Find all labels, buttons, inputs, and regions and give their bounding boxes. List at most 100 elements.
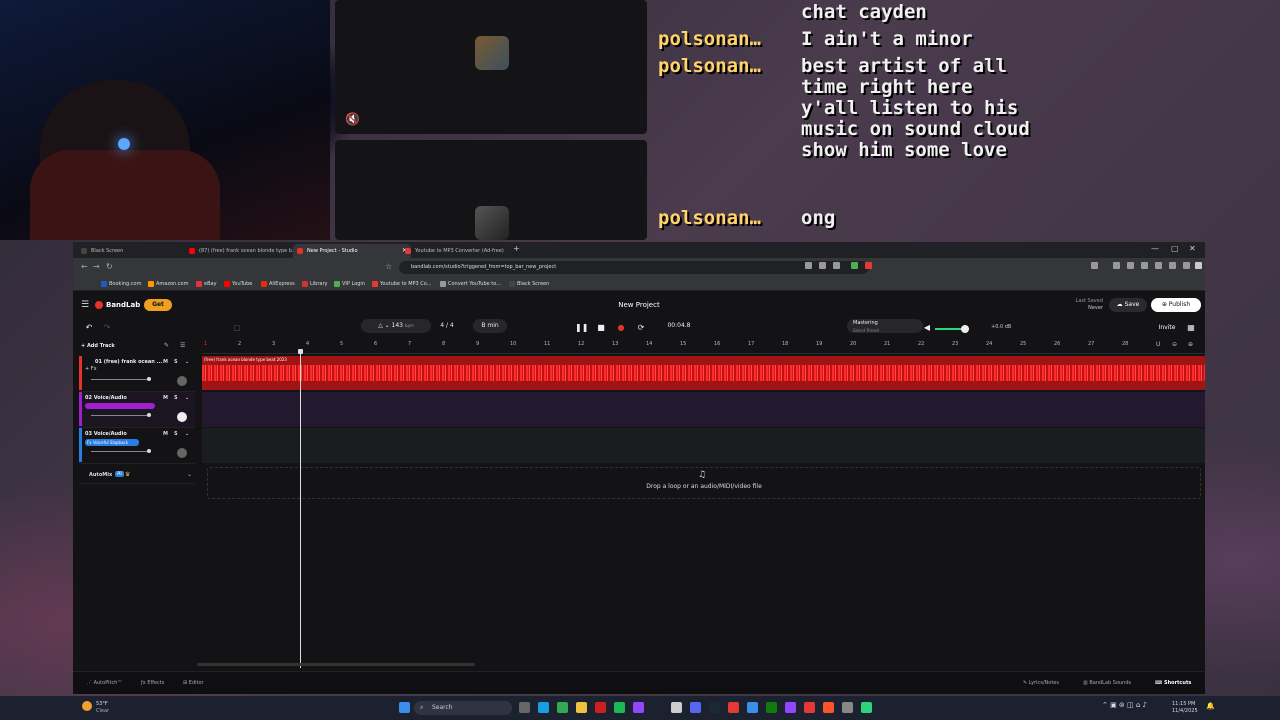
master-volume-slider[interactable] xyxy=(935,325,969,333)
track-volume-slider[interactable] xyxy=(91,377,151,381)
extension-icon[interactable] xyxy=(1141,262,1148,269)
settings-icon[interactable] xyxy=(842,702,853,713)
task-view-icon[interactable] xyxy=(519,702,530,713)
discord-icon[interactable] xyxy=(690,702,701,713)
more-menu-icon[interactable] xyxy=(1195,262,1202,269)
menu-icon[interactable] xyxy=(1091,262,1098,269)
app-icon[interactable] xyxy=(861,702,872,713)
bookmark-item[interactable]: Amazon.com xyxy=(148,279,188,289)
bookmark-item[interactable]: Library xyxy=(302,279,327,289)
track-name[interactable]: 02 Voice/Audio xyxy=(85,395,127,401)
solo-button[interactable]: S xyxy=(174,359,178,365)
edit-icon[interactable]: ✎ xyxy=(164,342,169,349)
track-header[interactable]: 03 Voice/Audio Fx Voiceful Slapback M S … xyxy=(79,428,195,464)
zoom-in-icon[interactable]: ⊕ xyxy=(1188,341,1193,348)
back-icon[interactable]: ← xyxy=(81,262,88,271)
chevron-down-icon[interactable]: ⌄ xyxy=(185,395,189,401)
bookmark-icon[interactable]: ☆ xyxy=(385,262,392,271)
mastering-selector[interactable]: Mastering Select Preset xyxy=(847,319,923,333)
edge-icon[interactable] xyxy=(538,702,549,713)
app-icon[interactable] xyxy=(747,702,758,713)
chevron-down-icon[interactable]: ⌄ xyxy=(187,471,192,478)
shortcuts-button[interactable]: ⌨ Shortcuts xyxy=(1155,680,1191,686)
media-icon[interactable] xyxy=(1127,262,1134,269)
editor-button[interactable]: ⊞ Editor xyxy=(183,680,204,686)
drop-zone[interactable]: ♫ Drop a loop or an audio/MIDI/video fil… xyxy=(207,467,1201,499)
track-fx-label[interactable]: + Fx xyxy=(85,366,97,372)
hamburger-menu-icon[interactable]: ☰ xyxy=(81,300,89,310)
settings-icon[interactable] xyxy=(1183,262,1190,269)
tray-icons[interactable]: ⌃ ▣ ⊚ ◫ ⌂ ♪ xyxy=(1102,701,1147,709)
timeline-ruler[interactable]: 1 2 3 4 5 6 7 8 9 10 11 12 13 14 15 16 1… xyxy=(202,339,1205,354)
extension-icon[interactable] xyxy=(1155,262,1162,269)
save-button[interactable]: ☁ Save xyxy=(1109,298,1147,312)
chrome-icon[interactable] xyxy=(557,702,568,713)
calendar-icon[interactable]: ▦ xyxy=(1185,321,1197,335)
bookmark-item[interactable]: Booking.com xyxy=(101,279,141,289)
record-icon[interactable]: ● xyxy=(615,321,627,335)
steam-icon[interactable] xyxy=(709,702,720,713)
publish-button[interactable]: ⊕ Publish xyxy=(1151,298,1201,312)
volume-knob[interactable] xyxy=(147,377,151,381)
audio-clip[interactable]: (free) frank ocean blonde type beat 2023 xyxy=(202,356,1205,390)
browser-tab[interactable]: Youtube to MP3 Converter (Ad-free) xyxy=(401,244,523,258)
pan-knob[interactable] xyxy=(177,448,187,458)
chevron-down-icon[interactable]: ⌄ xyxy=(185,431,189,437)
autopitch-button[interactable]: ⋰ AutoPitch™ xyxy=(87,680,122,686)
track-settings-icon[interactable]: ☰ xyxy=(180,342,185,349)
close-window-icon[interactable]: ✕ xyxy=(1189,244,1196,253)
address-input[interactable]: bandlab.com/studio?triggered_from=top_ba… xyxy=(399,261,869,274)
chevron-down-icon[interactable]: ⌄ xyxy=(185,359,189,365)
track-lane[interactable] xyxy=(202,428,1205,463)
pan-knob[interactable] xyxy=(177,412,187,422)
extension-icon[interactable] xyxy=(819,262,826,269)
maximize-icon[interactable]: ▢ xyxy=(1171,244,1179,253)
app-icon[interactable] xyxy=(671,702,682,713)
volume-knob[interactable] xyxy=(147,413,151,417)
extension-icon[interactable] xyxy=(865,262,872,269)
zoom-out-icon[interactable]: ⊖ xyxy=(1172,341,1177,348)
bookmark-item[interactable]: Youtube to MP3 Co... xyxy=(372,279,432,289)
download-icon[interactable] xyxy=(1113,262,1120,269)
volume-knob[interactable] xyxy=(147,449,151,453)
track-name[interactable]: 01 (free) frank ocean ... xyxy=(95,359,162,365)
bookmark-item[interactable]: AliExpress xyxy=(261,279,295,289)
track-volume-slider[interactable] xyxy=(91,449,151,453)
bookmark-item[interactable]: VIP Login xyxy=(334,279,365,289)
loop-icon[interactable]: ⟳ xyxy=(635,321,647,335)
speaker-icon[interactable]: ◀ xyxy=(921,321,933,335)
extension-icon[interactable] xyxy=(805,262,812,269)
app-icon[interactable] xyxy=(633,702,644,713)
solo-button[interactable]: S xyxy=(174,395,178,401)
mute-button[interactable]: M xyxy=(163,431,168,437)
bandlab-sounds-button[interactable]: ▥ BandLab Sounds xyxy=(1083,680,1131,686)
undo-icon[interactable]: ↶ xyxy=(83,321,95,335)
app-icon[interactable] xyxy=(804,702,815,713)
new-tab-icon[interactable]: + xyxy=(513,244,520,253)
weather-icon[interactable] xyxy=(82,701,92,711)
track-lane[interactable] xyxy=(202,392,1205,427)
clock-time[interactable]: 11:15 PM xyxy=(1172,701,1195,707)
get-membership-button[interactable]: Get xyxy=(144,299,172,311)
browser-tab[interactable]: New Project - Studio ✕ xyxy=(293,244,411,258)
minimize-icon[interactable]: — xyxy=(1151,244,1159,253)
key-selector[interactable]: B min xyxy=(473,319,507,333)
browser-tab[interactable]: Black Screen xyxy=(77,244,195,258)
brave-icon[interactable] xyxy=(823,702,834,713)
mute-button[interactable]: M xyxy=(163,395,168,401)
bookmark-item[interactable]: eBay xyxy=(196,279,217,289)
track-fx-preset[interactable]: Fx Voiceful Slapback xyxy=(85,439,139,446)
horizontal-scrollbar[interactable] xyxy=(197,663,475,666)
track-name[interactable]: 03 Voice/Audio xyxy=(85,431,127,437)
pan-knob[interactable] xyxy=(177,376,187,386)
playhead[interactable] xyxy=(300,353,301,668)
track-header[interactable]: 02 Voice/Audio M S ⌄ xyxy=(79,392,195,428)
volume-knob[interactable] xyxy=(961,325,969,333)
solo-button[interactable]: S xyxy=(174,431,178,437)
browser-tab[interactable]: (87) (free) frank ocean blonde type b... xyxy=(185,244,303,258)
app-icon[interactable] xyxy=(728,702,739,713)
effects-button[interactable]: ƒx Effects xyxy=(141,680,164,686)
bookmark-item[interactable]: YouTube xyxy=(224,279,252,289)
invite-button[interactable]: Invite xyxy=(1155,321,1179,335)
file-explorer-icon[interactable] xyxy=(576,702,587,713)
